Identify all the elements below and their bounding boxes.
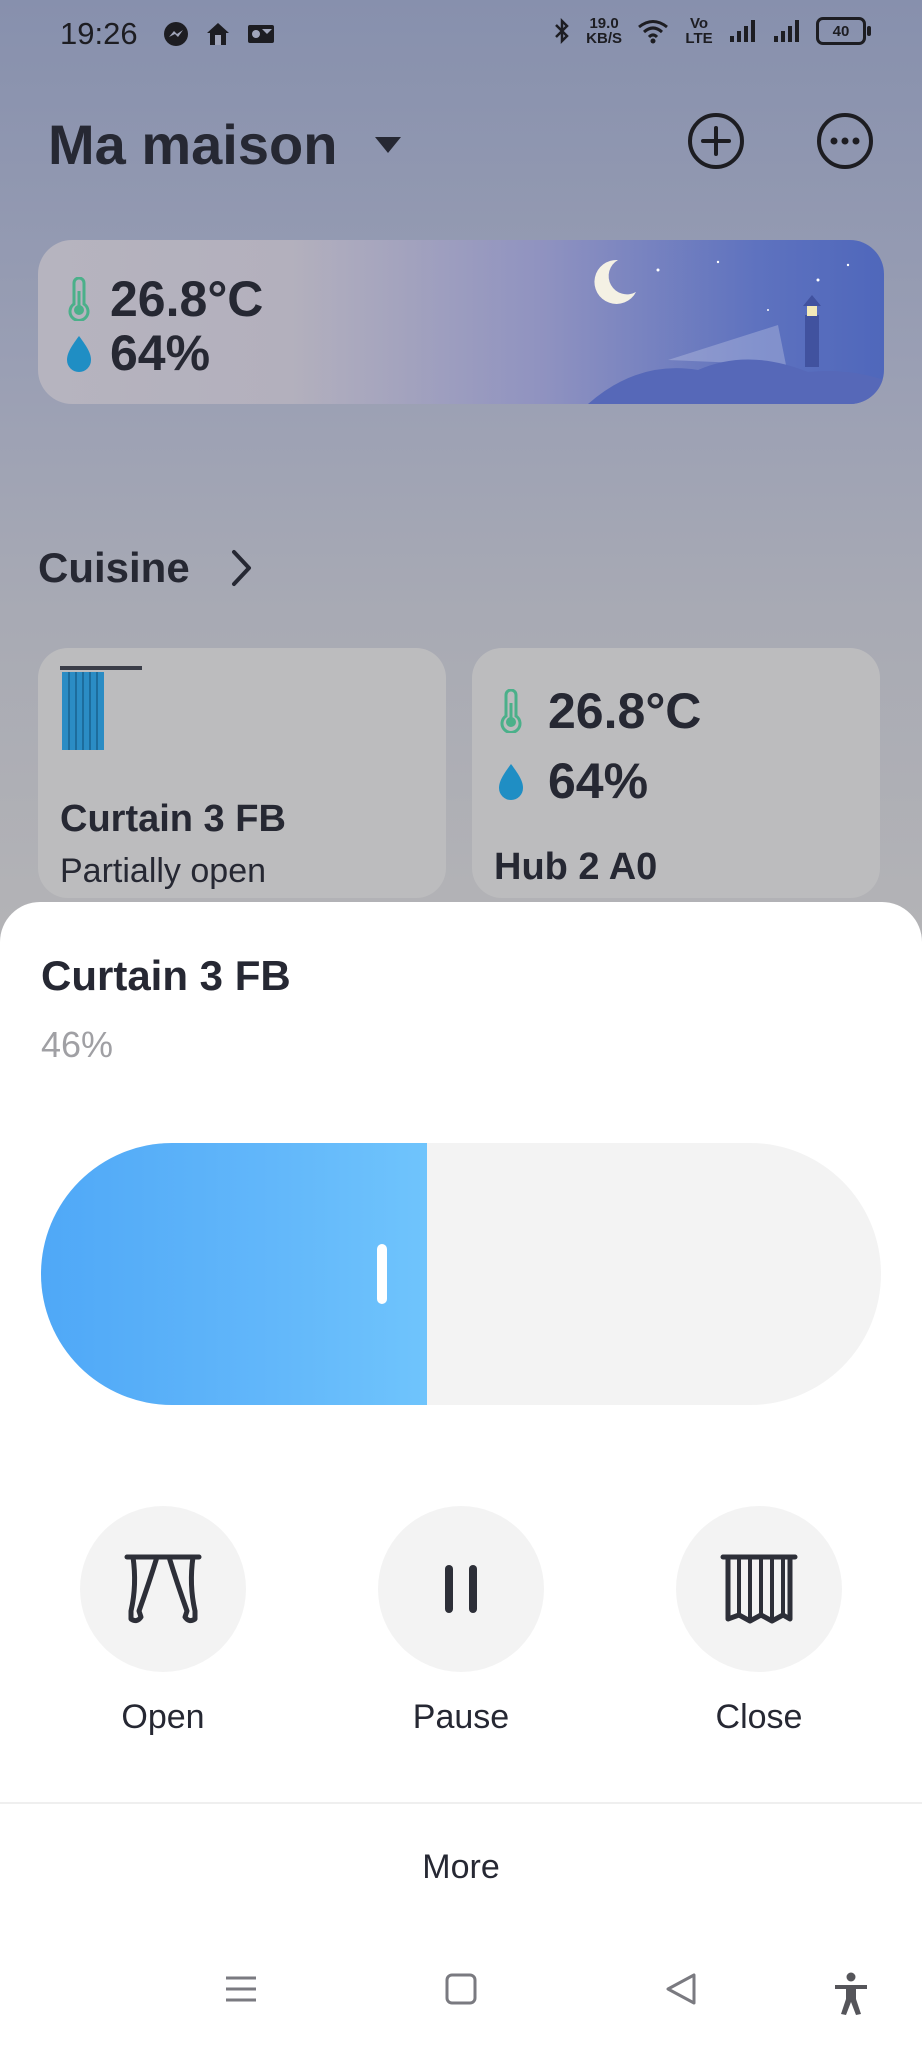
messenger-icon	[164, 22, 188, 46]
bluetooth-icon	[555, 17, 569, 45]
home-title[interactable]: Ma maison	[48, 112, 337, 177]
chevron-right-icon[interactable]	[228, 548, 254, 588]
open-button-circle[interactable]	[80, 1506, 246, 1672]
system-navigation-bar	[0, 1942, 922, 2048]
network-speed-value: 19.0	[589, 15, 619, 32]
slider-handle[interactable]	[377, 1244, 387, 1304]
more-options-button[interactable]	[816, 112, 874, 170]
notification-icons	[162, 20, 276, 48]
device-card-hub[interactable]: 26.8°C 64% Hub 2 A0	[472, 648, 880, 898]
hub-humidity: 64%	[548, 753, 649, 809]
slider-fill	[41, 1143, 427, 1405]
humidity-drop-icon	[67, 336, 91, 372]
menu-icon[interactable]	[224, 1972, 258, 2006]
more-button[interactable]: More	[0, 1848, 922, 1887]
device-status: Partially open	[60, 852, 267, 890]
curtain-device-icon	[60, 666, 142, 750]
pause-label: Pause	[412, 1698, 510, 1736]
curtain-close-icon	[720, 1554, 798, 1624]
device-card-curtain[interactable]: Curtain 3 FB Partially open	[38, 648, 446, 898]
wifi-icon	[638, 20, 668, 44]
home-square-icon[interactable]	[444, 1972, 478, 2006]
open-button[interactable]: Open	[80, 1506, 246, 1737]
close-button-circle[interactable]	[676, 1506, 842, 1672]
room-title[interactable]: Cuisine	[38, 544, 190, 592]
weather-card[interactable]: 26.8°C 64%	[38, 240, 884, 404]
signal-icon-2	[774, 20, 799, 42]
position-slider[interactable]	[41, 1143, 881, 1405]
accessibility-icon[interactable]	[832, 1972, 870, 2016]
device-name: Hub 2 A0	[494, 846, 658, 888]
weather-temperature: 26.8°C	[110, 271, 264, 327]
hub-humidity-row: 64%	[496, 752, 648, 810]
network-speed: 19.0 KB/S	[586, 16, 622, 46]
caret-down-icon[interactable]	[373, 134, 403, 156]
network-speed-unit: KB/S	[586, 30, 622, 47]
close-label: Close	[715, 1698, 803, 1736]
pause-button-circle[interactable]	[378, 1506, 544, 1672]
weather-humidity: 64%	[110, 325, 211, 381]
position-percent: 46%	[41, 1024, 114, 1065]
back-triangle-icon[interactable]	[664, 1972, 698, 2006]
status-time: 19:26	[60, 16, 138, 51]
sheet-title: Curtain 3 FB	[41, 952, 291, 999]
pause-button[interactable]: Pause	[378, 1506, 544, 1737]
signal-icon-1	[730, 20, 755, 42]
weather-humidity-row: 64%	[64, 324, 210, 382]
status-bar: 19:26 19.0 KB/S Vo LTE 40	[0, 0, 922, 72]
close-button[interactable]: Close	[676, 1506, 842, 1737]
pause-icon	[445, 1565, 477, 1613]
add-device-button[interactable]	[687, 112, 745, 170]
curtain-open-icon	[124, 1554, 202, 1624]
open-label: Open	[121, 1698, 205, 1736]
device-name: Curtain 3 FB	[60, 798, 286, 840]
humidity-drop-icon	[499, 764, 523, 800]
weather-temperature-row: 26.8°C	[64, 270, 263, 328]
system-icons: 19.0 KB/S Vo LTE 40	[552, 15, 871, 47]
outlook-icon	[248, 25, 274, 43]
thermometer-icon	[68, 277, 90, 321]
battery-icon: 40	[816, 17, 871, 45]
divider	[0, 1802, 922, 1804]
thermometer-icon	[500, 689, 522, 733]
night-lighthouse-illustration	[588, 259, 884, 404]
home-notification-icon	[207, 23, 229, 45]
curtain-control-sheet: Curtain 3 FB 46% Open Pause Close More	[0, 902, 922, 2048]
volte-indicator: Vo LTE	[685, 15, 713, 47]
hub-temperature-row: 26.8°C	[496, 682, 701, 740]
hub-temperature: 26.8°C	[548, 683, 702, 739]
